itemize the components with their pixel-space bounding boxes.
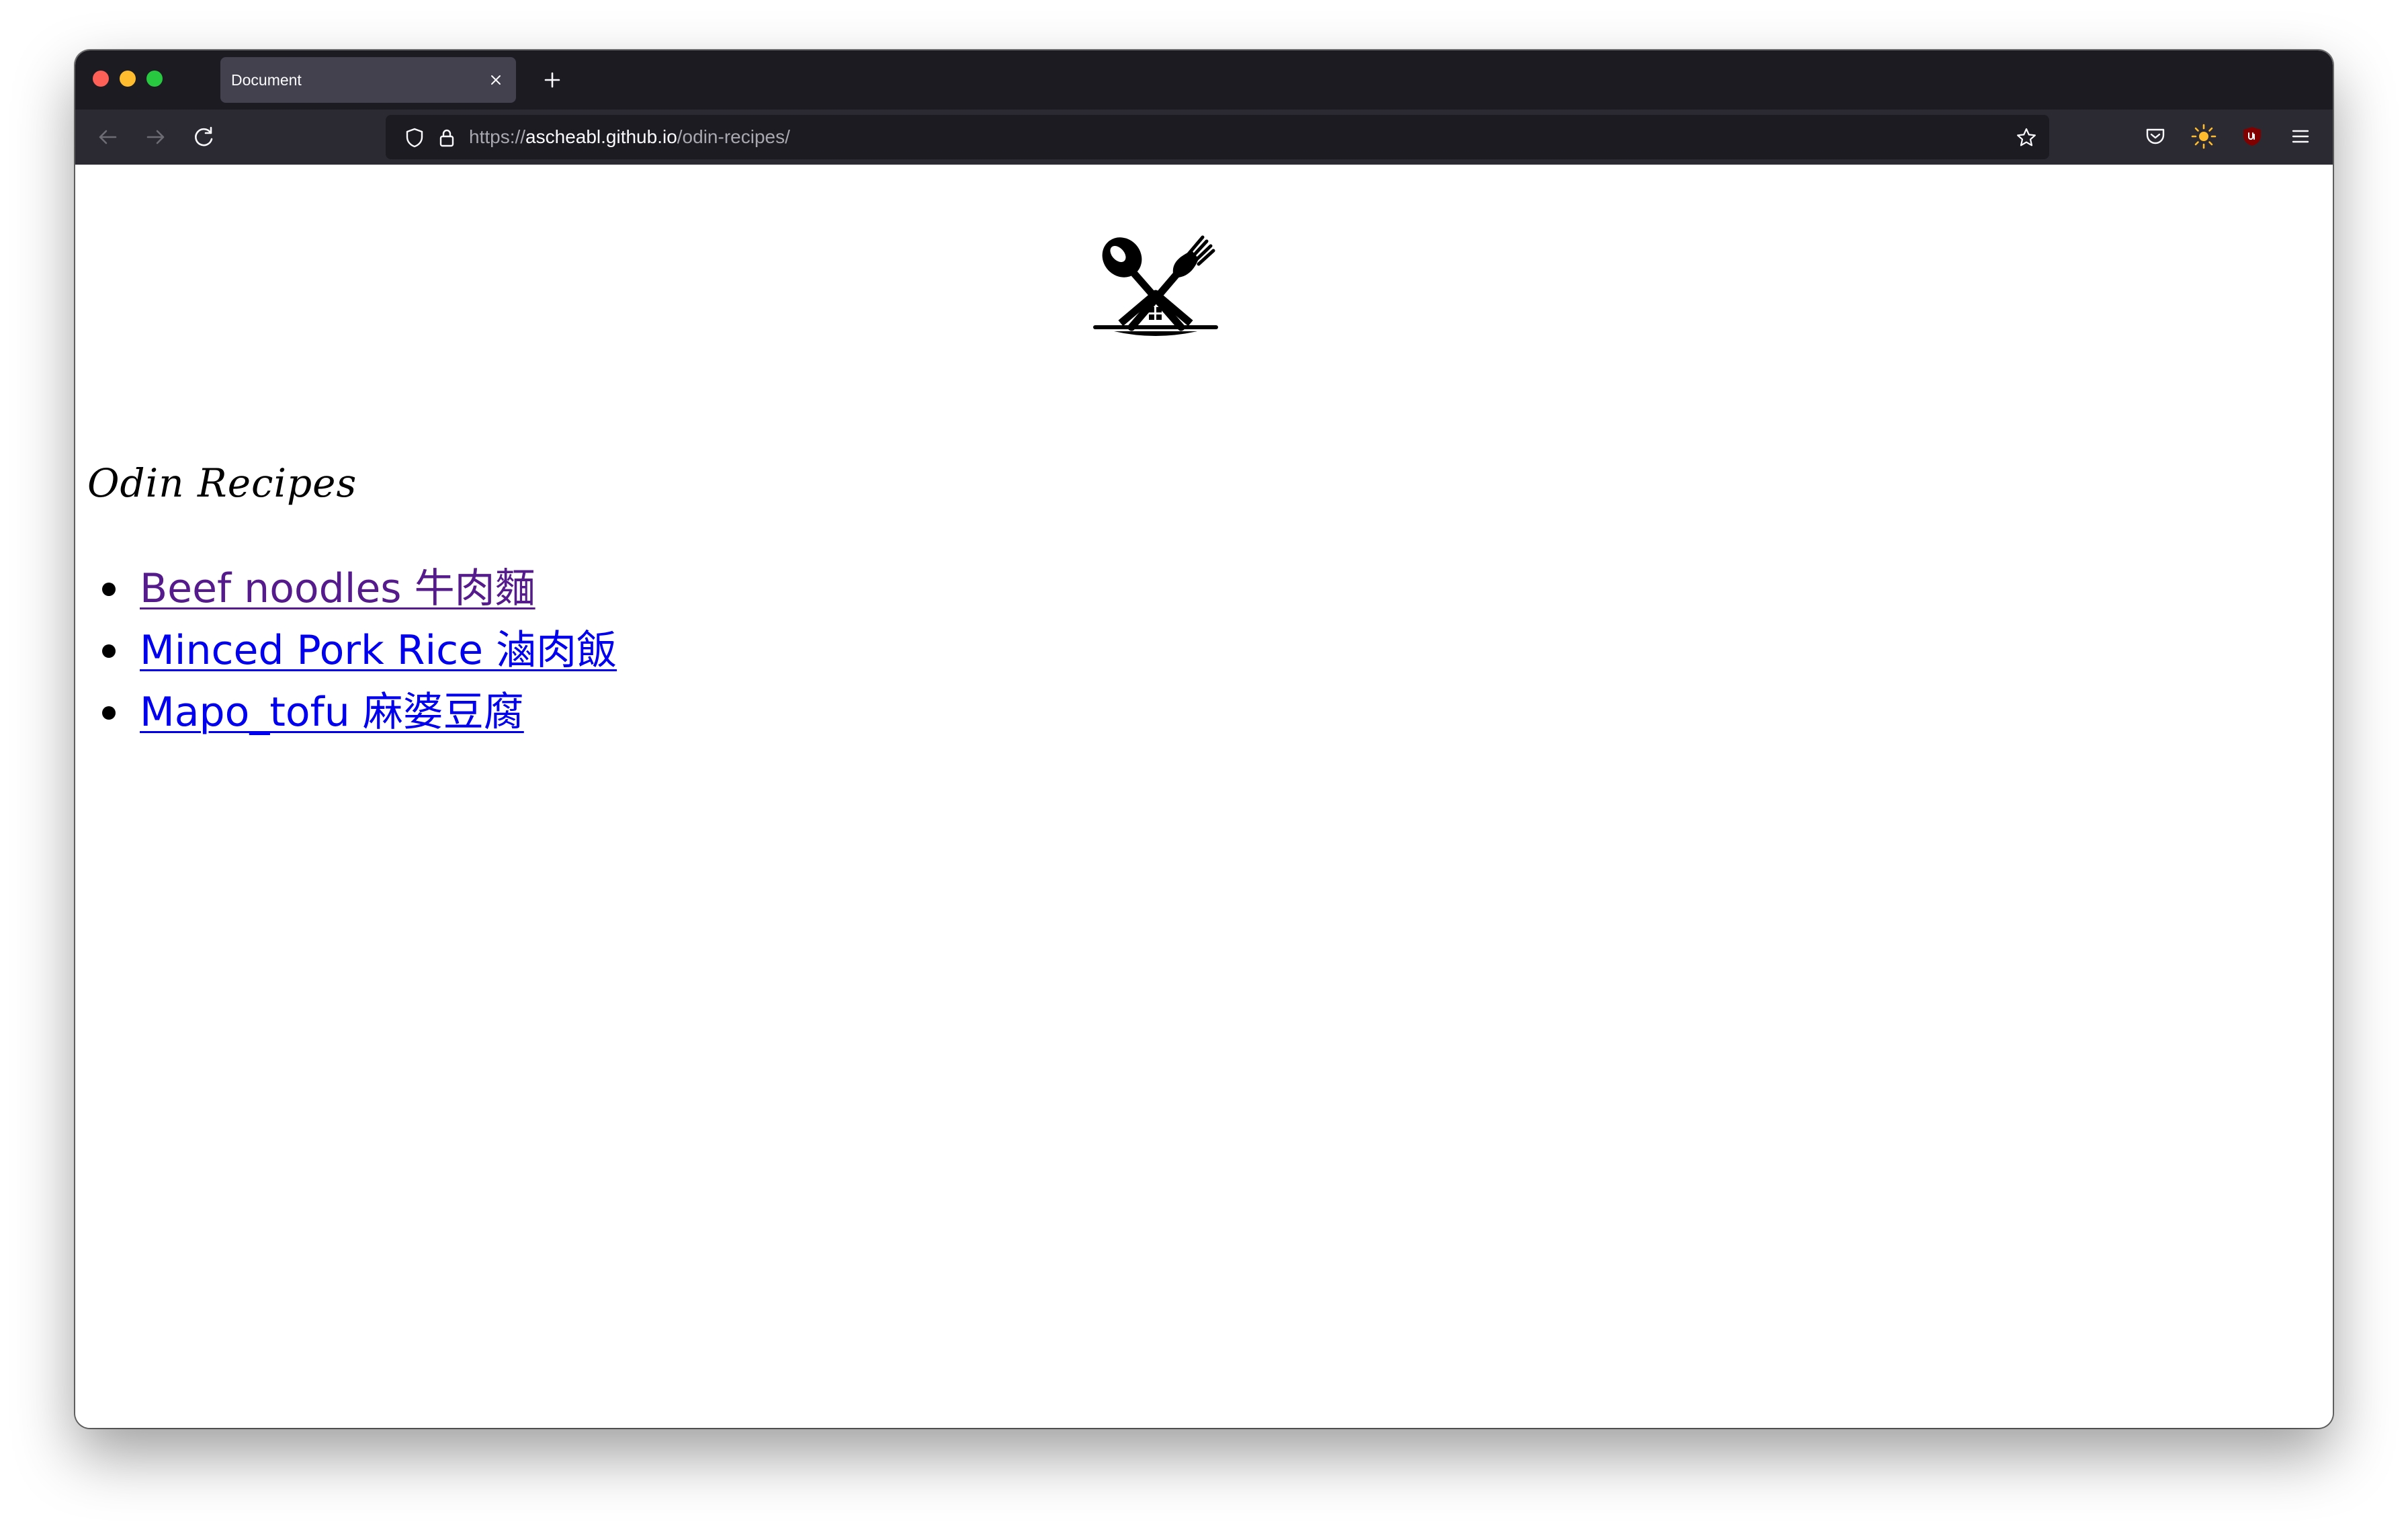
recipe-list: Beef noodles 牛肉麵 Minced Pork Rice 滷肉飯 Ma… bbox=[75, 558, 617, 743]
close-tab-icon[interactable] bbox=[488, 72, 504, 88]
ublock-origin-icon[interactable] bbox=[2239, 123, 2266, 150]
browser-window: Document https://ascheabl.github.io/odin… bbox=[75, 50, 2333, 1428]
navigation-toolbar: https://ascheabl.github.io/odin-recipes/ bbox=[75, 110, 2333, 165]
list-item: Mapo_tofu 麻婆豆腐 bbox=[102, 681, 617, 743]
tracking-protection-shield-icon[interactable] bbox=[403, 126, 426, 149]
app-menu-icon[interactable] bbox=[2287, 123, 2314, 150]
tab-document[interactable]: Document bbox=[220, 57, 516, 103]
recipe-link-mapo-tofu[interactable]: Mapo_tofu 麻婆豆腐 bbox=[140, 689, 524, 736]
tab-strip: Document bbox=[75, 50, 2333, 110]
bullet bbox=[102, 706, 116, 720]
url-host: ascheabl.github.io bbox=[525, 126, 677, 147]
zoom-window-button[interactable] bbox=[146, 71, 163, 87]
new-tab-icon[interactable] bbox=[536, 64, 568, 96]
web-content: Odin Recipes Beef noodles 牛肉麵 Minced Por… bbox=[75, 165, 2333, 1428]
url-scheme: https:// bbox=[469, 126, 526, 147]
bullet bbox=[102, 583, 116, 596]
pocket-icon[interactable] bbox=[2142, 123, 2169, 150]
list-item: Beef noodles 牛肉麵 bbox=[102, 558, 617, 620]
spoon-fork-house-logo-icon bbox=[1093, 235, 1218, 336]
screen: Document https://ascheabl.github.io/odin… bbox=[0, 0, 2408, 1528]
minimize-window-button[interactable] bbox=[120, 71, 136, 87]
address-bar[interactable]: https://ascheabl.github.io/odin-recipes/ bbox=[386, 115, 2049, 159]
recipe-link-beef-noodles[interactable]: Beef noodles 牛肉麵 bbox=[140, 565, 535, 612]
close-window-button[interactable] bbox=[93, 71, 109, 87]
bookmark-star-icon[interactable] bbox=[2015, 126, 2038, 149]
bullet bbox=[102, 644, 116, 658]
recipe-link-minced-pork-rice[interactable]: Minced Pork Rice 滷肉飯 bbox=[140, 627, 617, 674]
back-arrow-icon[interactable] bbox=[91, 121, 124, 153]
url-text[interactable]: https://ascheabl.github.io/odin-recipes/ bbox=[469, 115, 790, 159]
tab-title: Document bbox=[231, 71, 302, 89]
sun-extension-icon[interactable] bbox=[2190, 123, 2217, 150]
lock-icon[interactable] bbox=[435, 126, 458, 149]
url-path: /odin-recipes/ bbox=[677, 126, 790, 147]
forward-arrow-icon[interactable] bbox=[140, 121, 172, 153]
list-item: Minced Pork Rice 滷肉飯 bbox=[102, 620, 617, 681]
reload-icon[interactable] bbox=[188, 121, 220, 153]
page-title: Odin Recipes bbox=[87, 460, 357, 506]
